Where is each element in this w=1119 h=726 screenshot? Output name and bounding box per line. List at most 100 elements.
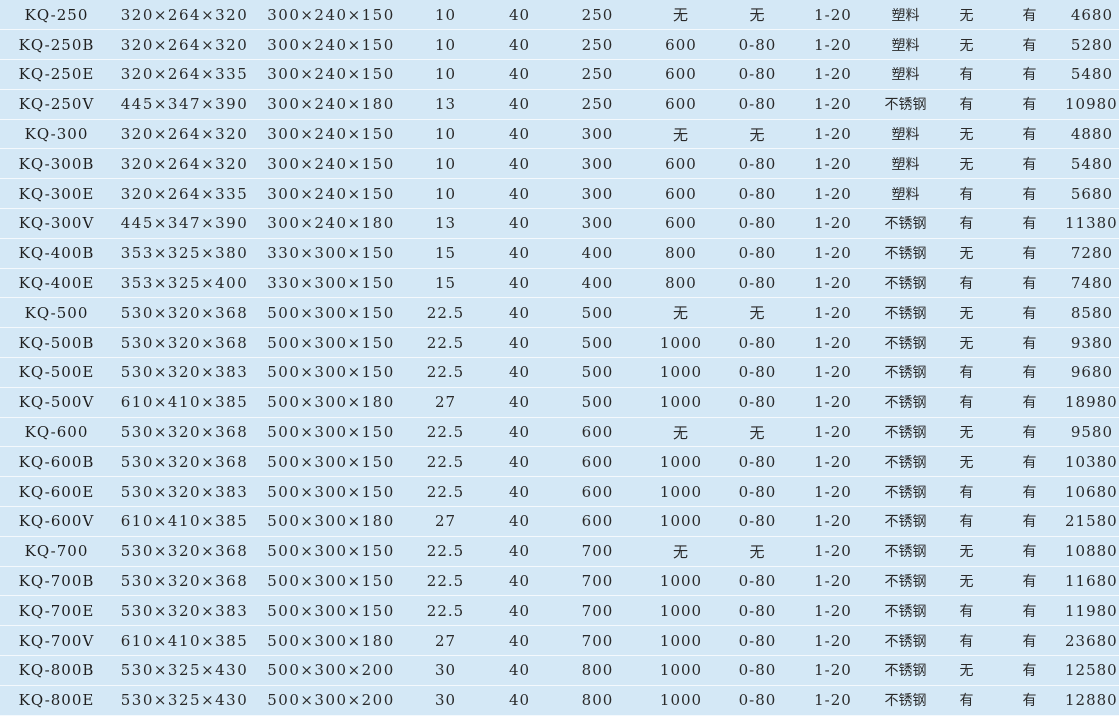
table-row: KQ-250V 445×347×390 300×240×180 13 40 250 600 0… xyxy=(0,89,1119,120)
temperature-range-cell: 0-80 xyxy=(721,655,794,686)
drain-valve-cell: 有 xyxy=(939,625,995,657)
capacity-cell: 10 xyxy=(406,0,485,31)
heating-power-cell: 1000 xyxy=(641,387,721,418)
drain-valve-cell: 无 xyxy=(939,148,995,180)
outer-dimensions-cell: 320×264×320 xyxy=(113,148,256,180)
timer-cell: 1-20 xyxy=(794,119,872,150)
temperature-range-cell: 无 xyxy=(721,417,794,448)
capacity-cell: 22.5 xyxy=(406,297,485,329)
temperature-range-cell: 0-80 xyxy=(721,89,794,120)
heating-power-cell: 无 xyxy=(641,297,721,329)
frequency-cell: 40 xyxy=(485,357,554,388)
timer-cell: 1-20 xyxy=(794,59,872,90)
table-row: KQ-700B 530×320×368 500×300×150 22.5 40 700 10… xyxy=(0,566,1119,597)
table-row: KQ-600 530×320×368 500×300×150 22.5 40 600 无无 1… xyxy=(0,417,1119,448)
basket-cell: 有 xyxy=(995,387,1065,418)
outer-dimensions-cell: 320×264×335 xyxy=(113,178,256,210)
model-cell: KQ-600B xyxy=(0,446,113,478)
drain-valve-cell: 有 xyxy=(939,387,995,418)
tank-dimensions-cell: 500×300×150 xyxy=(256,536,406,567)
basket-cell: 有 xyxy=(995,0,1065,31)
heating-power-cell: 1000 xyxy=(641,625,721,657)
timer-cell: 1-20 xyxy=(794,476,872,508)
frequency-cell: 40 xyxy=(485,327,554,359)
price-cell: 4880 xyxy=(1065,119,1119,150)
drain-valve-cell: 有 xyxy=(939,476,995,508)
tank-dimensions-cell: 300×240×150 xyxy=(256,0,406,31)
model-cell: KQ-600 xyxy=(0,417,113,448)
heating-power-cell: 800 xyxy=(641,238,721,269)
frequency-cell: 40 xyxy=(485,0,554,31)
temperature-range-cell: 0-80 xyxy=(721,357,794,388)
frequency-cell: 40 xyxy=(485,506,554,537)
temperature-range-cell: 0-80 xyxy=(721,595,794,627)
model-cell: KQ-700 xyxy=(0,536,113,567)
model-cell: KQ-800E xyxy=(0,685,113,716)
table-row: KQ-800E 530×325×430 500×300×200 30 40 800 1000… xyxy=(0,685,1119,716)
outer-dimensions-cell: 353×325×400 xyxy=(113,268,256,299)
price-cell: 10880 xyxy=(1065,536,1119,567)
heating-power-cell: 1000 xyxy=(641,655,721,686)
outer-dimensions-cell: 530×325×430 xyxy=(113,685,256,716)
table-row: KQ-500V 610×410×385 500×300×180 27 40 500 1000… xyxy=(0,387,1119,418)
table-row: KQ-400E 353×325×400 330×300×150 15 40 400 800 0… xyxy=(0,268,1119,299)
timer-cell: 1-20 xyxy=(794,536,872,567)
price-cell: 18980 xyxy=(1065,387,1119,418)
heating-power-cell: 1000 xyxy=(641,446,721,478)
price-cell: 12880 xyxy=(1065,685,1119,716)
ultrasonic-power-cell: 250 xyxy=(554,0,641,31)
housing-material-cell: 塑料 xyxy=(872,59,939,90)
model-cell: KQ-500B xyxy=(0,327,113,359)
model-cell: KQ-700V xyxy=(0,625,113,657)
model-cell: KQ-250V xyxy=(0,89,113,120)
capacity-cell: 22.5 xyxy=(406,417,485,448)
heating-power-cell: 1000 xyxy=(641,327,721,359)
temperature-range-cell: 0-80 xyxy=(721,685,794,716)
basket-cell: 有 xyxy=(995,685,1065,716)
ultrasonic-power-cell: 300 xyxy=(554,148,641,180)
price-cell: 5480 xyxy=(1065,59,1119,90)
heating-power-cell: 无 xyxy=(641,119,721,150)
price-cell: 8580 xyxy=(1065,297,1119,329)
timer-cell: 1-20 xyxy=(794,387,872,418)
ultrasonic-power-cell: 500 xyxy=(554,327,641,359)
price-cell: 4680 xyxy=(1065,0,1119,31)
drain-valve-cell: 无 xyxy=(939,566,995,597)
frequency-cell: 40 xyxy=(485,59,554,90)
price-cell: 5680 xyxy=(1065,178,1119,210)
capacity-cell: 30 xyxy=(406,685,485,716)
outer-dimensions-cell: 320×264×320 xyxy=(113,119,256,150)
capacity-cell: 15 xyxy=(406,268,485,299)
tank-dimensions-cell: 500×300×180 xyxy=(256,387,406,418)
tank-dimensions-cell: 500×300×150 xyxy=(256,476,406,508)
outer-dimensions-cell: 610×410×385 xyxy=(113,506,256,537)
housing-material-cell: 不锈钢 xyxy=(872,327,939,359)
model-cell: KQ-700B xyxy=(0,566,113,597)
basket-cell: 有 xyxy=(995,536,1065,567)
housing-material-cell: 塑料 xyxy=(872,119,939,150)
ultrasonic-power-cell: 600 xyxy=(554,506,641,537)
ultrasonic-power-cell: 250 xyxy=(554,59,641,90)
basket-cell: 有 xyxy=(995,119,1065,150)
table-row: KQ-300V 445×347×390 300×240×180 13 40 300 600 0… xyxy=(0,208,1119,239)
capacity-cell: 27 xyxy=(406,625,485,657)
model-cell: KQ-300E xyxy=(0,178,113,210)
frequency-cell: 40 xyxy=(485,625,554,657)
temperature-range-cell: 0-80 xyxy=(721,178,794,210)
basket-cell: 有 xyxy=(995,297,1065,329)
heating-power-cell: 无 xyxy=(641,417,721,448)
housing-material-cell: 不锈钢 xyxy=(872,446,939,478)
outer-dimensions-cell: 530×320×368 xyxy=(113,536,256,567)
model-cell: KQ-250E xyxy=(0,59,113,90)
model-cell: KQ-300 xyxy=(0,119,113,150)
price-cell: 11380 xyxy=(1065,208,1119,239)
timer-cell: 1-20 xyxy=(794,89,872,120)
tank-dimensions-cell: 500×300×150 xyxy=(256,417,406,448)
tank-dimensions-cell: 500×300×150 xyxy=(256,446,406,478)
table-row: KQ-300 320×264×320 300×240×150 10 40 300 无无 1-2… xyxy=(0,119,1119,150)
frequency-cell: 40 xyxy=(485,89,554,120)
ultrasonic-power-cell: 250 xyxy=(554,29,641,61)
timer-cell: 1-20 xyxy=(794,327,872,359)
price-cell: 10380 xyxy=(1065,446,1119,478)
timer-cell: 1-20 xyxy=(794,0,872,31)
